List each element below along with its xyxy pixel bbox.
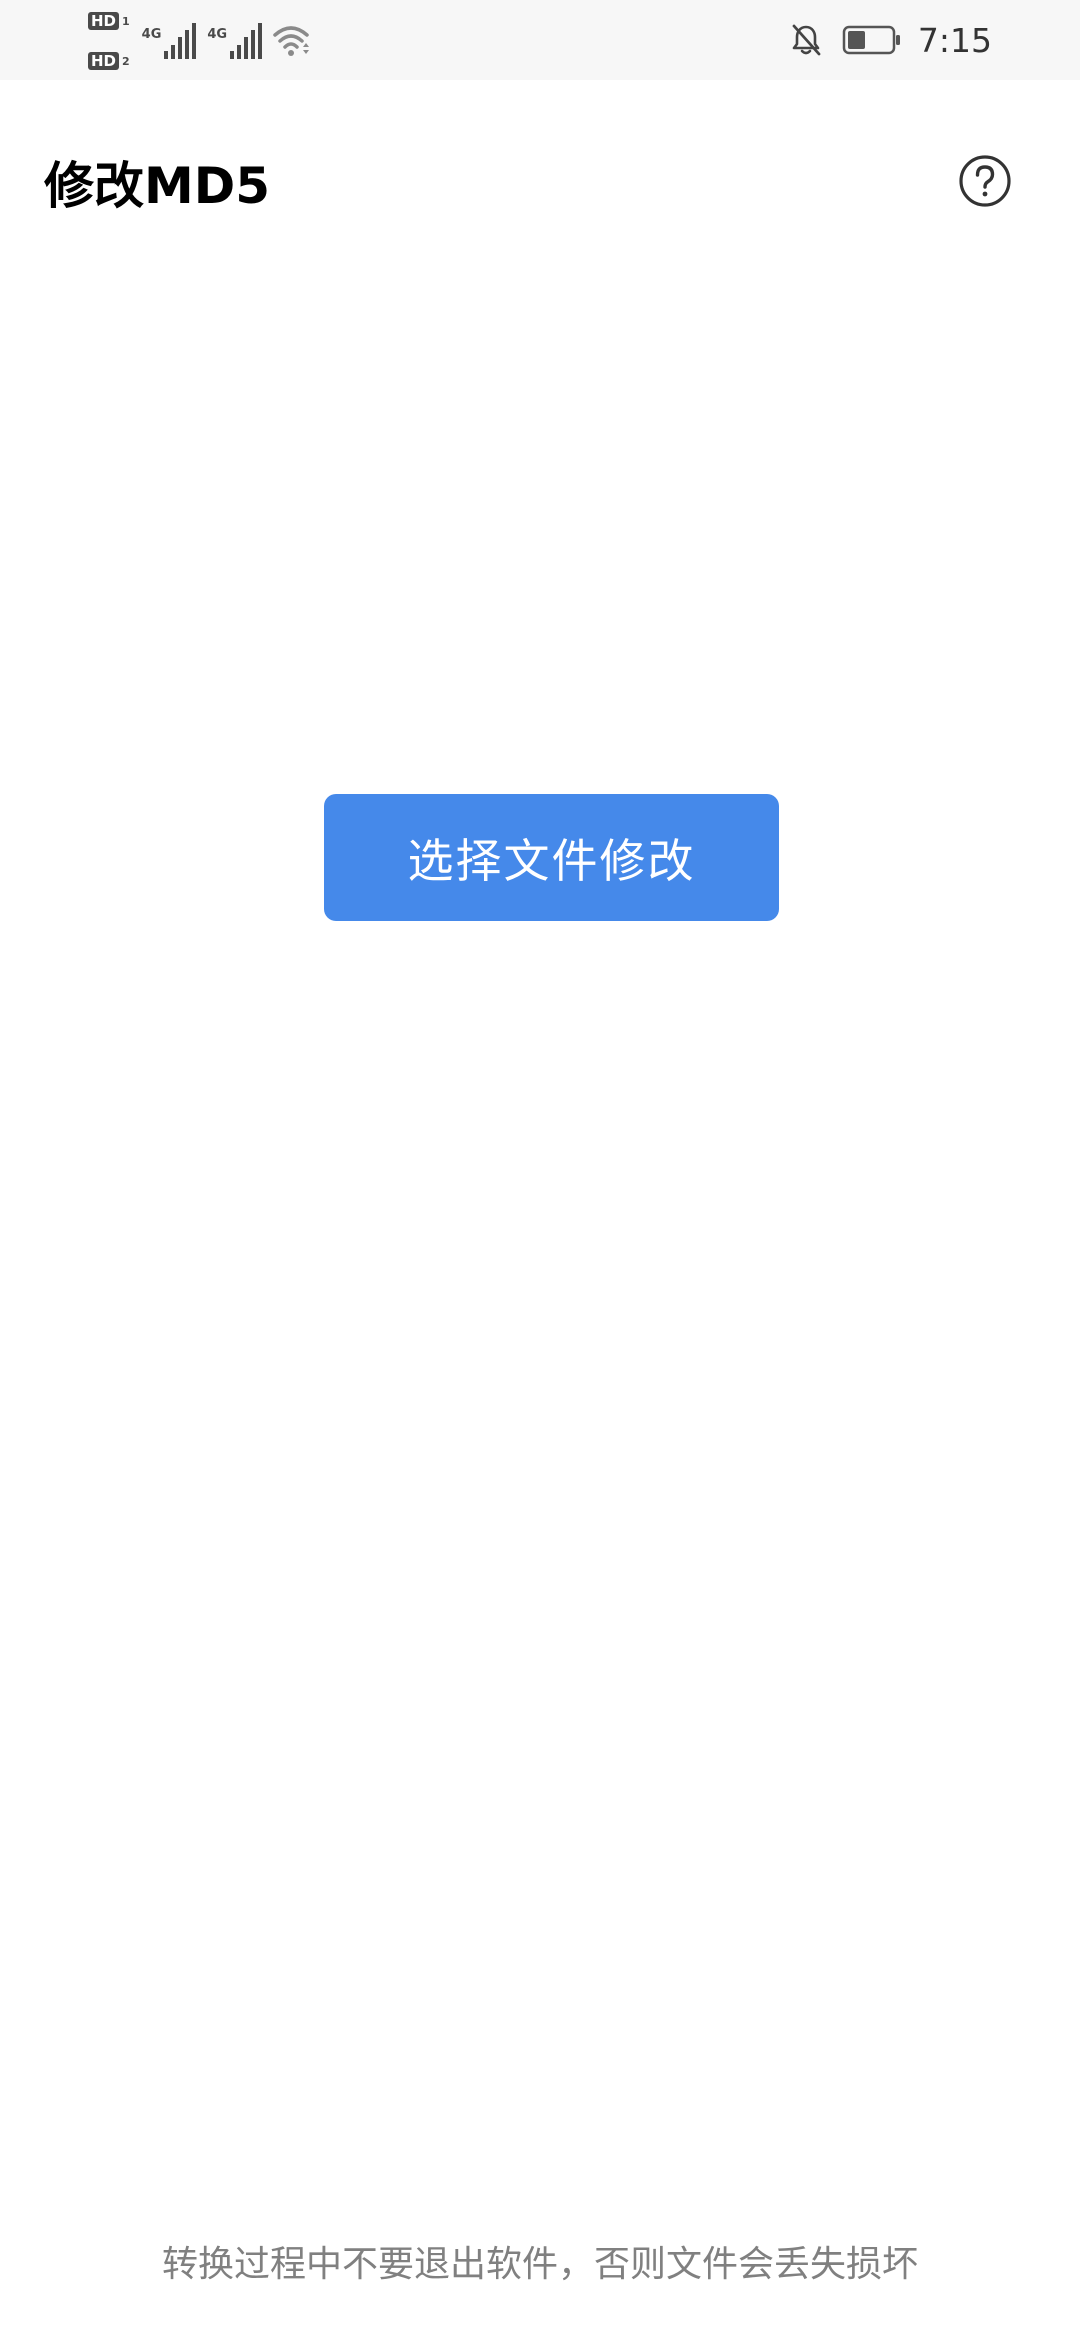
signal-icon	[164, 23, 197, 59]
sim1-volte-badge: HD 1	[88, 12, 130, 30]
battery-icon	[842, 25, 900, 55]
wifi-icon	[273, 26, 310, 56]
status-time: 7:15	[917, 20, 992, 60]
status-bar-left: HD 1 HD 2 4G 4G	[88, 10, 313, 72]
sim-number: 2	[122, 54, 130, 68]
sim-number: 1	[122, 14, 130, 28]
status-bar: HD 1 HD 2 4G 4G 7:15	[0, 0, 1080, 80]
network-type-label: 4G	[141, 27, 162, 42]
hd-label: HD	[88, 52, 120, 70]
footer-warning: 转换过程中不要退出软件，否则文件会丢失损坏	[161, 2244, 918, 2285]
sim2-signal: 4G	[207, 21, 263, 61]
hd-label: HD	[88, 12, 120, 30]
help-button[interactable]	[958, 154, 1012, 208]
sim2-volte-badge: HD 2	[88, 52, 130, 70]
volte-badges: HD 1 HD 2	[88, 12, 130, 70]
page-title: 修改MD5	[44, 157, 271, 215]
bell-off-icon	[792, 24, 821, 56]
select-file-button[interactable]: 选择文件修改	[324, 794, 779, 921]
question-circle-icon	[959, 155, 1011, 207]
status-bar-right: 7:15	[790, 12, 992, 68]
sim1-signal: 4G	[142, 21, 198, 61]
network-type-label: 4G	[207, 27, 228, 42]
signal-icon	[230, 23, 263, 59]
